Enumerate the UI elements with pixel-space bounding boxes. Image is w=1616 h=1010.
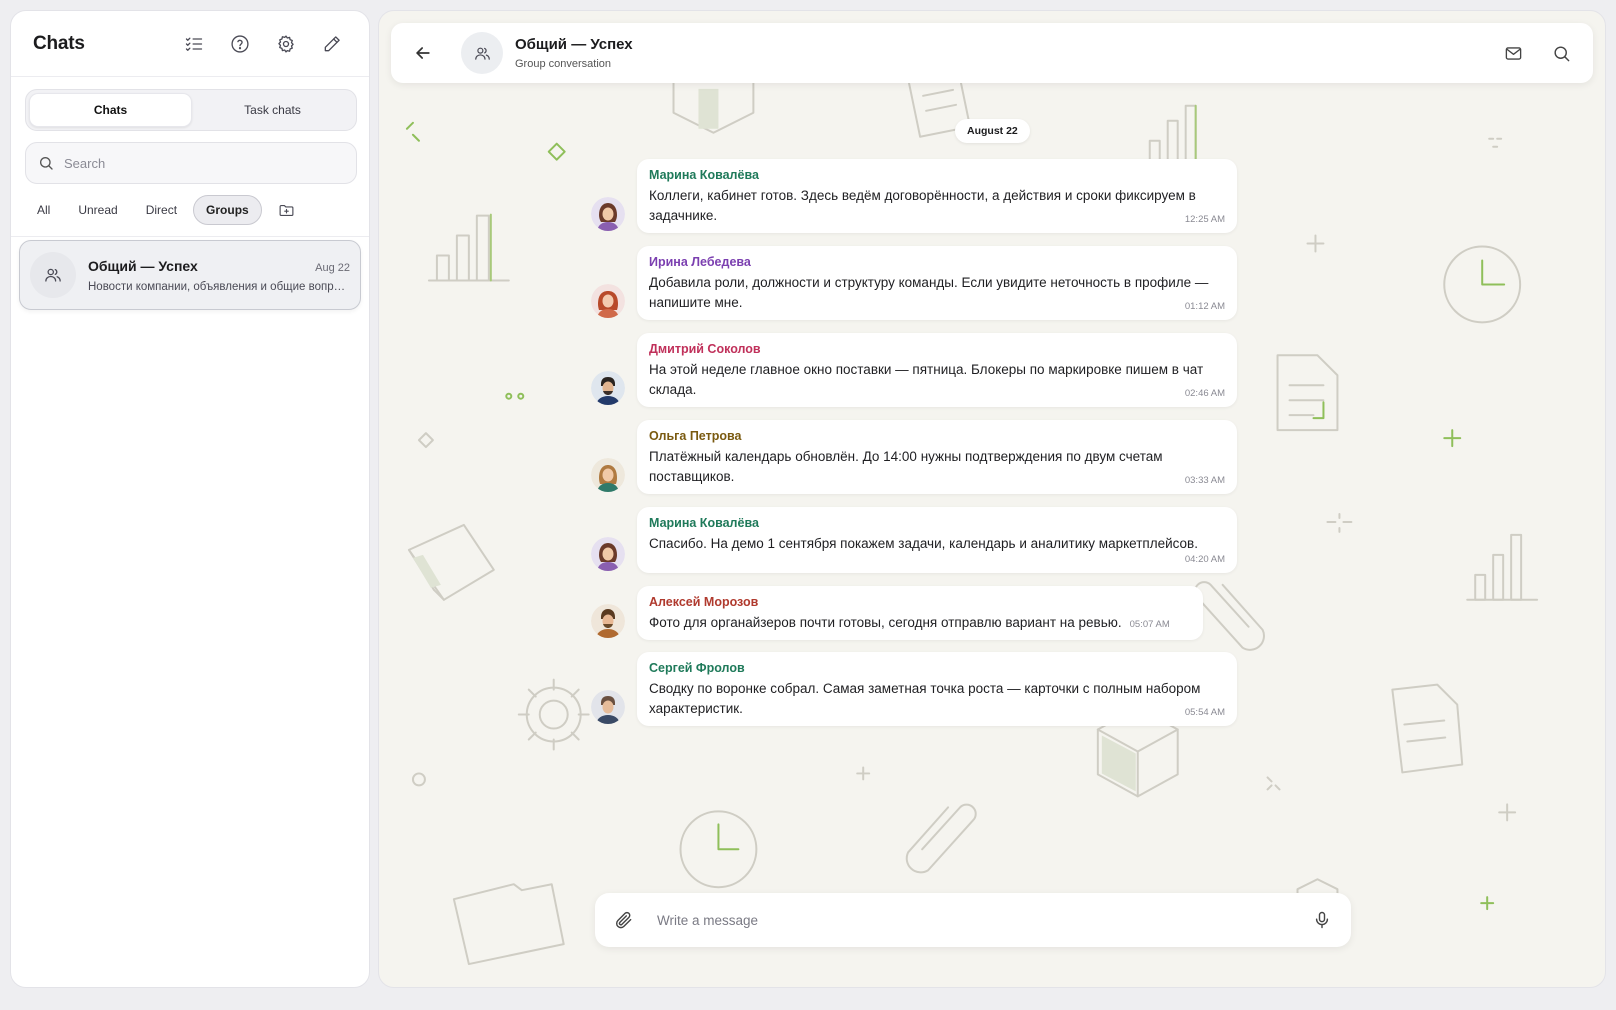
bar-chart-doodle-right [1466, 533, 1539, 601]
users-icon [45, 268, 61, 282]
tab-task-chats[interactable]: Task chats [192, 93, 353, 127]
conversation-panel: Общий — Успех Group conversation August … [378, 10, 1606, 988]
avatar[interactable] [591, 690, 625, 724]
message-time: 04:20 AM [1184, 554, 1225, 565]
document-doodle-right [1276, 354, 1339, 432]
pencil-icon[interactable] [317, 29, 347, 59]
filter-unread[interactable]: Unread [66, 195, 129, 225]
message-bubble: Ольга Петрова Платёжный календарь обновл… [637, 420, 1237, 494]
message-author: Алексей Морозов [649, 595, 759, 609]
message-bubble: Марина Ковалёва Коллеги, кабинет готов. … [637, 159, 1237, 233]
message-bubble: Марина Ковалёва Спасибо. На демо 1 сентя… [637, 507, 1237, 573]
cube-doodle-left [407, 523, 495, 601]
message-row: Ирина Лебедева Добавила роли, должности … [591, 246, 1237, 320]
chat-sidebar: Chats Chats Task chats All Unread Direct… [10, 10, 370, 988]
conversation-header: Общий — Успех Group conversation [391, 23, 1593, 83]
message-composer [595, 893, 1351, 947]
conversation-title: Общий — Успех [515, 36, 633, 53]
chat-filters: All Unread Direct Groups [25, 195, 302, 225]
message-row: Марина Ковалёва Коллеги, кабинет готов. … [591, 159, 1237, 233]
filter-all[interactable]: All [25, 195, 62, 225]
chat-name: Общий — Успех [88, 257, 198, 274]
message-text: Платёжный календарь обновлён. До 14:00 н… [649, 449, 1163, 484]
message-author: Ольга Петрова [649, 429, 742, 443]
message-author: Марина Ковалёва [649, 168, 759, 182]
avatar[interactable] [591, 604, 625, 638]
checklist-icon[interactable] [179, 29, 209, 59]
message-row: Алексей Морозов Фото для органайзеров по… [591, 586, 1203, 640]
clock-doodle-right [1443, 245, 1522, 324]
tab-chats[interactable]: Chats [29, 93, 192, 127]
folder-plus-icon[interactable] [272, 195, 302, 225]
message-author: Марина Ковалёва [649, 516, 759, 530]
chat-info: Общий — Успех Aug 22 Новости компании, о… [88, 258, 350, 293]
avatar[interactable] [591, 371, 625, 405]
avatar[interactable] [591, 197, 625, 231]
users-icon [474, 47, 490, 60]
message-text: На этой неделе главное окно поставки — п… [649, 362, 1204, 397]
paperclip-doodle-right [1193, 581, 1265, 651]
message-time: 02:46 AM [1184, 388, 1225, 399]
search-input[interactable] [64, 155, 324, 171]
folder-doodle [452, 883, 565, 966]
chat-list-item[interactable]: Общий — Успех Aug 22 Новости компании, о… [19, 240, 361, 310]
message-bubble: Сергей Фролов Сводку по воронке собрал. … [637, 652, 1237, 726]
conversation-info: Общий — Успех Group conversation [515, 36, 1483, 70]
message-time: 12:25 AM [1184, 214, 1225, 225]
chat-date: Aug 22 [315, 261, 350, 274]
conversation-subtitle: Group conversation [515, 58, 611, 70]
message-row: Марина Ковалёва Спасибо. На демо 1 сентя… [591, 507, 1237, 573]
search-icon[interactable] [1543, 35, 1579, 71]
clock-doodle-bottom [679, 810, 758, 889]
message-text-content: Фото для органайзеров почти готовы, сего… [649, 615, 1122, 630]
back-arrow-icon[interactable] [405, 35, 441, 71]
message-author: Дмитрий Соколов [649, 342, 761, 356]
message-text: Фото для органайзеров почти готовы, сего… [649, 613, 1191, 635]
message-time: 03:33 AM [1184, 475, 1225, 486]
message-time: 01:12 AM [1184, 301, 1225, 312]
background-pattern [405, 51, 1539, 966]
message-text: Сводку по воронке собрал. Самая заметная… [649, 681, 1201, 716]
message-text: Коллеги, кабинет готов. Здесь ведём дого… [649, 188, 1196, 223]
gear-doodle-left [517, 678, 590, 751]
chat-type-tabs: Chats Task chats [25, 89, 357, 131]
avatar[interactable] [591, 458, 625, 492]
mail-icon[interactable] [1495, 35, 1531, 71]
sidebar-header: Chats [11, 11, 369, 77]
message-time: 05:54 AM [1184, 707, 1225, 718]
paperclip-icon[interactable] [609, 905, 639, 935]
sidebar-divider [11, 236, 369, 237]
sidebar-title: Chats [33, 32, 85, 54]
search-icon [40, 157, 53, 170]
message-row: Дмитрий Соколов На этой неделе главное о… [591, 333, 1237, 407]
search-box [25, 142, 357, 184]
message-time: 05:07 AM [1129, 619, 1170, 630]
avatar[interactable] [591, 284, 625, 318]
avatar[interactable] [591, 537, 625, 571]
group-avatar [30, 252, 76, 298]
filter-direct[interactable]: Direct [134, 195, 189, 225]
message-row: Ольга Петрова Платёжный календарь обновл… [591, 420, 1237, 494]
bar-chart-doodle [427, 213, 510, 282]
message-bubble: Ирина Лебедева Добавила роли, должности … [637, 246, 1237, 320]
group-avatar[interactable] [461, 32, 503, 74]
message-text: Спасибо. На демо 1 сентября покажем зада… [649, 536, 1198, 551]
message-bubble: Дмитрий Соколов На этой неделе главное о… [637, 333, 1237, 407]
message-bubble: Алексей Морозов Фото для органайзеров по… [637, 586, 1203, 640]
help-circle-icon[interactable] [225, 29, 255, 59]
chat-preview: Новости компании, объявления и общие воп… [88, 280, 350, 293]
paperclip-doodle-bottom [905, 803, 977, 874]
message-input[interactable] [657, 912, 1307, 928]
message-text: Добавила роли, должности и структуру ком… [649, 275, 1209, 310]
filter-groups[interactable]: Groups [193, 195, 262, 225]
gear-icon[interactable] [271, 29, 301, 59]
message-row: Сергей Фролов Сводку по воронке собрал. … [591, 652, 1237, 726]
date-separator: August 22 [955, 119, 1030, 143]
document-doodle-bottom [1391, 683, 1464, 774]
message-author: Сергей Фролов [649, 661, 745, 675]
message-author: Ирина Лебедева [649, 255, 751, 269]
microphone-icon[interactable] [1307, 905, 1337, 935]
